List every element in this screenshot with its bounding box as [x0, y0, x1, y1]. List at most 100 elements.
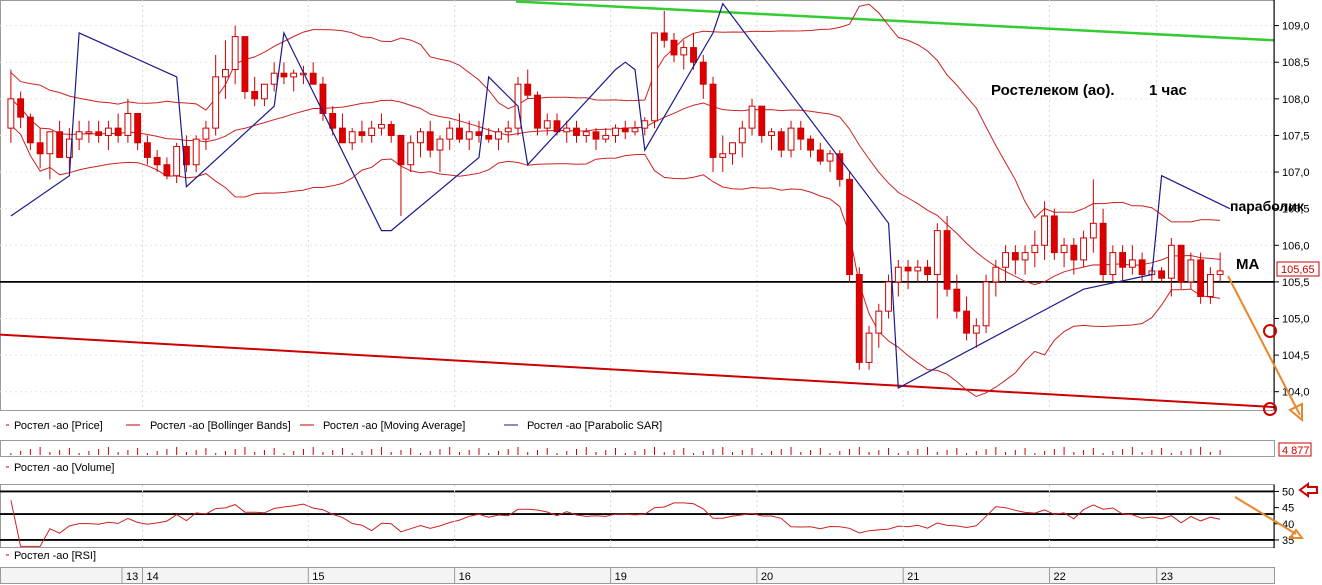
time-tick-label: 21 [907, 571, 919, 583]
candle-body [768, 131, 775, 136]
candle-body [670, 39, 678, 56]
legend-price: Ростел -ао [Price] [14, 420, 103, 432]
candle-body [173, 145, 181, 177]
candle-body [543, 120, 551, 129]
candle-body [1119, 252, 1127, 268]
time-tick-label: 14 [147, 571, 159, 583]
candle-body [807, 138, 814, 151]
candle-body [524, 83, 532, 96]
price-tick-label: 105,5 [1282, 277, 1310, 289]
stock-chart: 109,0108,5108,0107,5107,0106,5106,0105,5… [0, 0, 1320, 584]
bollinger-upper-line [10, 3, 1221, 223]
rsi-legend-label: Ростел -ао [RSI] [14, 550, 96, 562]
time-tick-label: 23 [1161, 571, 1173, 583]
candle-body [1197, 259, 1205, 298]
chart-window: 109,0 108,5 108,0 107,5 107,0 106,5 106,0 105,5… [0, 0, 1322, 585]
rsi-level-pointer [1298, 482, 1318, 498]
candle-body [231, 36, 239, 71]
candle-body [163, 164, 171, 177]
candle-body [602, 134, 610, 140]
candle-body [221, 69, 229, 78]
candle-body [699, 61, 707, 85]
candle-body [865, 332, 873, 363]
legend-bollinger: Ростел -ао [Bollinger Bands] [150, 420, 291, 432]
volume-bars [10, 447, 1221, 455]
price-tick-label: 109,0 [1282, 21, 1310, 33]
candle-body [885, 281, 892, 312]
candle-body [904, 266, 912, 272]
candle-body [75, 131, 83, 140]
candle-body [1031, 244, 1039, 254]
candle-body [1070, 244, 1078, 261]
candle-body [1167, 244, 1175, 279]
candle-body [1158, 270, 1166, 279]
candle-body [660, 32, 668, 41]
current-price-label: 105,65 [1281, 264, 1315, 276]
candle-body [933, 230, 941, 276]
candle-body [748, 105, 756, 129]
parabolic-sar-path [10, 2, 1231, 389]
candle-body [534, 94, 541, 129]
candle-body [280, 72, 288, 78]
candle-body [846, 178, 853, 276]
rsi-series [0, 485, 1274, 548]
candle-body [192, 138, 200, 166]
candle-body [368, 127, 376, 136]
candle-body [826, 153, 834, 162]
candle-body [270, 72, 278, 85]
candle-body [738, 127, 746, 144]
candle-body [114, 127, 122, 136]
candle-body [641, 120, 649, 129]
ma-annotation: МА [1236, 256, 1259, 273]
volume-legend-label: Ростел -ао [Volume] [14, 462, 114, 474]
candle-body [339, 127, 346, 144]
candle-body [924, 266, 931, 276]
legend-sar: Ростел -ао [Parabolic SAR] [527, 420, 662, 432]
candle-body [475, 131, 483, 136]
candle-body [251, 91, 259, 100]
forecast-arrow-price [1227, 275, 1301, 416]
candle-body [212, 76, 220, 129]
rsi-tick-label: 45 [1282, 503, 1294, 515]
price-grid [0, 0, 1274, 410]
sar-annotation: параболик [1230, 198, 1305, 214]
candle-body [290, 72, 298, 78]
candle-body [963, 310, 970, 334]
candle-body [836, 153, 844, 180]
candle-body [787, 127, 795, 151]
candle-body [1089, 222, 1097, 239]
candle-body [582, 131, 590, 136]
candle-body [612, 127, 619, 136]
candle-body [943, 230, 951, 290]
candle-body [1011, 252, 1019, 261]
candle-body [358, 131, 366, 136]
candle-body [417, 131, 424, 144]
candle-body [1050, 215, 1058, 254]
candle-body [1177, 244, 1185, 283]
rsi-tick-label: 35 [1282, 535, 1294, 547]
candle-body [202, 127, 210, 140]
time-tick-label: 20 [761, 571, 773, 583]
chart-title: Ростелеком (ао). [991, 82, 1115, 99]
candle-body [758, 105, 766, 136]
candle-body [1041, 215, 1049, 246]
candle-body [426, 131, 434, 151]
candle-body [46, 131, 54, 155]
candle-body [592, 131, 600, 140]
candle-body [1128, 259, 1136, 268]
bollinger-bands [10, 3, 1221, 398]
candle-body [651, 32, 658, 122]
volume-last-label: 4 877 [1282, 445, 1310, 457]
candle-body [85, 131, 93, 134]
candle-body [855, 274, 863, 363]
support-trendline [0, 333, 1275, 409]
candle-body [777, 131, 785, 151]
candle-body [1109, 252, 1117, 276]
candle-body [241, 36, 249, 93]
candle-body [7, 98, 15, 129]
price-tick-label: 105,0 [1282, 313, 1310, 325]
candle-body [143, 142, 151, 158]
candle-body [1002, 252, 1010, 268]
candle-body [56, 131, 64, 158]
candle-body [1021, 252, 1029, 261]
